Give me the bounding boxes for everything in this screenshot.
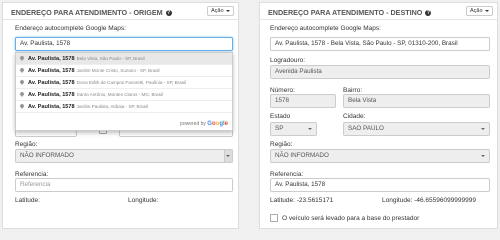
destination-reference-label: Referencia: bbox=[270, 171, 304, 178]
destination-longitude-value: -46.65596099999999 bbox=[414, 197, 476, 204]
destination-longitude-label: Longitude: bbox=[382, 197, 413, 204]
autocomplete-secondary: Santo Antônio, Montes Claros - MG, Brasi… bbox=[76, 92, 163, 97]
autocomplete-item-text: Av. Paulista, 1578 Jardim Paulista, Atiba… bbox=[28, 101, 149, 112]
chevron-down-icon bbox=[481, 155, 485, 157]
destination-reference-input[interactable]: Av. Paulista, 1578 bbox=[270, 178, 490, 192]
origin-panel-header: ENDEREÇO PARA ATENDIMENTO - ORIGEM ? Açã… bbox=[3, 3, 238, 20]
google-letter: e bbox=[224, 121, 228, 127]
origin-panel-title-wrap: ENDEREÇO PARA ATENDIMENTO - ORIGEM ? bbox=[11, 8, 172, 17]
destination-panel-title-wrap: ENDEREÇO PARA ATENDIMENTO - DESTINO ? bbox=[268, 8, 432, 17]
chevron-down-icon bbox=[226, 10, 230, 12]
origin-reference-input[interactable]: Referencia bbox=[15, 178, 233, 192]
origin-panel-title: ENDEREÇO PARA ATENDIMENTO - ORIGEM bbox=[11, 8, 163, 17]
origin-region-value: NÃO INFORMADO bbox=[20, 152, 74, 159]
powered-by-google: powered by Google bbox=[180, 121, 228, 127]
destination-latitude-value: -23.5615171 bbox=[296, 197, 334, 204]
origin-region-select[interactable]: NÃO INFORMADO bbox=[15, 149, 233, 163]
autocomplete-item[interactable]: Av. Paulista, 1578 Bela Vista, São Paulo … bbox=[16, 53, 232, 65]
chevron-down-icon bbox=[226, 155, 230, 157]
destination-neighborhood-label: Bairro: bbox=[343, 87, 363, 94]
autocomplete-item-text: Av. Paulista, 1578 Bela Vista, São Paulo … bbox=[28, 53, 145, 64]
map-pin-icon bbox=[19, 103, 25, 109]
map-pin-icon bbox=[19, 91, 25, 97]
map-pin-icon bbox=[19, 55, 25, 61]
destination-acao-button[interactable]: Ação bbox=[466, 6, 493, 16]
chevron-down-icon bbox=[485, 10, 489, 12]
destination-region-select[interactable]: NÃO INFORMADO bbox=[270, 149, 490, 163]
destination-neighborhood-input[interactable]: Bela Vista bbox=[343, 94, 490, 108]
autocomplete-item[interactable]: Av. Paulista, 1578 Santo Antônio, Montes … bbox=[16, 89, 232, 101]
destination-state-value: SP bbox=[275, 125, 284, 132]
autocomplete-item[interactable]: Av. Paulista, 1578 Jardim Monte Cristo, S… bbox=[16, 65, 232, 77]
map-pin-icon bbox=[19, 79, 25, 85]
origin-acao-button[interactable]: Ação bbox=[207, 6, 234, 16]
powered-by-label: powered by bbox=[180, 121, 206, 127]
map-pin-icon bbox=[19, 67, 25, 73]
origin-region-caret-button bbox=[224, 150, 232, 162]
origin-reference-label: Referencia: bbox=[15, 171, 49, 178]
help-icon[interactable]: ? bbox=[425, 10, 432, 16]
autocomplete-secondary: Dona Edith de Campos Favoretti, Paulínia… bbox=[76, 80, 187, 85]
autocomplete-item[interactable]: Av. Paulista, 1578 Jardim Paulista, Atiba… bbox=[16, 101, 232, 113]
destination-city-value: SAO PAULO bbox=[348, 125, 384, 132]
destination-state-label: Estado bbox=[270, 113, 291, 120]
autocomplete-secondary: Jardim Paulista, Atibaia - SP, Brasil bbox=[76, 104, 149, 109]
destination-region-label: Região: bbox=[270, 141, 293, 148]
destination-state-select[interactable]: SP bbox=[270, 122, 317, 136]
autocomplete-main: Av. Paulista, 1578 bbox=[28, 80, 75, 86]
origin-address-label: Endereço autocomplete Google Maps: bbox=[15, 25, 126, 32]
destination-panel: ENDEREÇO PARA ATENDIMENTO - DESTINO ? Aç… bbox=[259, 2, 498, 229]
chevron-down-icon bbox=[308, 128, 312, 130]
destination-street-input[interactable]: Avenida Paulista bbox=[270, 65, 490, 79]
origin-region-label: Região: bbox=[15, 141, 38, 148]
autocomplete-main: Av. Paulista, 1578 bbox=[28, 92, 75, 98]
autocomplete-main: Av. Paulista, 1578 bbox=[28, 104, 75, 110]
origin-latitude-label: Latitude: bbox=[15, 197, 40, 204]
destination-number-input[interactable]: 1578 bbox=[270, 94, 336, 108]
destination-latitude-label: Latitude: bbox=[270, 197, 295, 204]
autocomplete-secondary: Bela Vista, São Paulo - SP, Brasil bbox=[76, 56, 145, 61]
destination-panel-header: ENDEREÇO PARA ATENDIMENTO - DESTINO ? Aç… bbox=[260, 3, 497, 20]
destination-city-label: Cidade: bbox=[343, 113, 366, 120]
autocomplete-main: Av. Paulista, 1578 bbox=[28, 56, 75, 62]
destination-address-input[interactable]: Av. Paulista, 1578 - Bela Vista, São Pau… bbox=[270, 37, 490, 51]
destination-acao-label: Ação bbox=[470, 8, 483, 14]
google-logo: Google bbox=[207, 121, 228, 127]
destination-street-label: Logradouro: bbox=[270, 57, 306, 64]
autocomplete-secondary: Jardim Monte Cristo, Suzano - SP, Brasil bbox=[76, 68, 160, 73]
destination-address-label: Endereço autocomplete Google Maps: bbox=[270, 25, 381, 32]
destination-latitude: Latitude: -23.5615171 bbox=[270, 197, 333, 204]
origin-acao-label: Ação bbox=[211, 8, 224, 14]
take-to-base-checkbox[interactable] bbox=[270, 214, 278, 222]
destination-region-value: NÃO INFORMADO bbox=[275, 152, 329, 159]
chevron-down-icon bbox=[481, 128, 485, 130]
destination-panel-title: ENDEREÇO PARA ATENDIMENTO - DESTINO bbox=[268, 8, 423, 17]
help-icon[interactable]: ? bbox=[165, 10, 172, 16]
autocomplete-dropdown: Av. Paulista, 1578 Bela Vista, São Paulo … bbox=[15, 52, 233, 131]
autocomplete-main: Av. Paulista, 1578 bbox=[28, 68, 75, 74]
autocomplete-item[interactable]: Av. Paulista, 1578 Dona Edith de Campos F… bbox=[16, 77, 232, 89]
origin-address-input[interactable]: Av. Paulista, 1578 bbox=[15, 37, 233, 51]
autocomplete-item-text: Av. Paulista, 1578 Jardim Monte Cristo, S… bbox=[28, 65, 160, 76]
autocomplete-item-text: Av. Paulista, 1578 Santo Antônio, Montes … bbox=[28, 89, 163, 100]
take-to-base-label: O veículo será levado para a base do pre… bbox=[282, 215, 420, 222]
origin-longitude-label: Longitude: bbox=[128, 197, 159, 204]
origin-panel: ENDEREÇO PARA ATENDIMENTO - ORIGEM ? Açã… bbox=[2, 2, 239, 229]
autocomplete-item-text: Av. Paulista, 1578 Dona Edith de Campos F… bbox=[28, 77, 187, 88]
destination-longitude: Longitude: -46.65596099999999 bbox=[382, 197, 476, 204]
destination-number-label: Número: bbox=[270, 87, 295, 94]
destination-city-select[interactable]: SAO PAULO bbox=[343, 122, 490, 136]
